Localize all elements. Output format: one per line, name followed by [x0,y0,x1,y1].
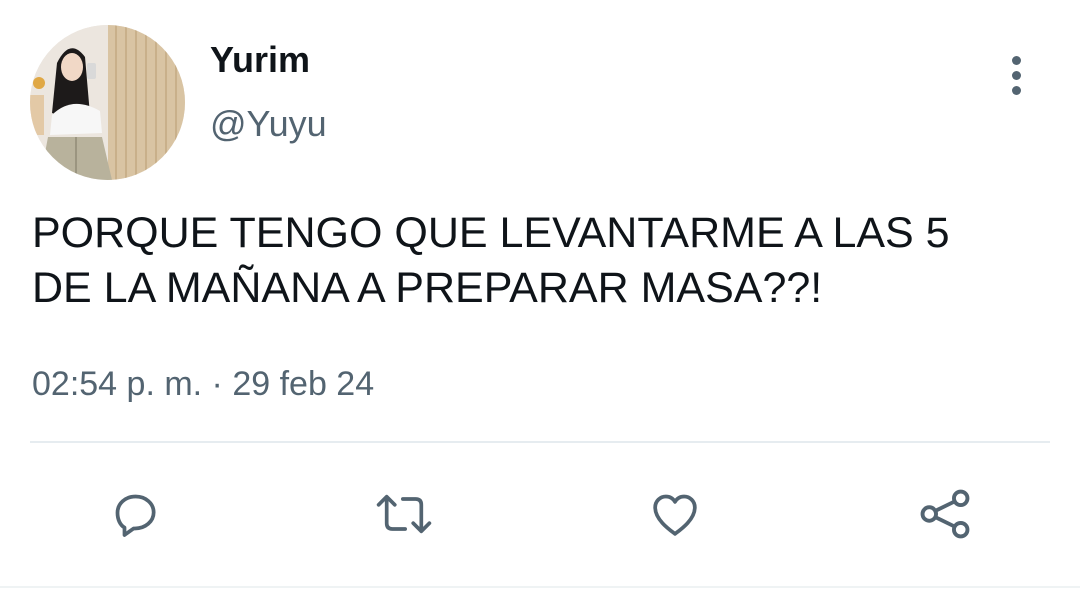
display-name[interactable]: Yurim [210,38,310,82]
avatar[interactable] [30,25,185,180]
tweet-text: PORQUE TENGO QUE LEVANTARME A LAS 5 DE L… [32,206,1042,316]
meta-separator: · [202,365,233,403]
share-icon [920,489,970,539]
like-button[interactable] [645,484,705,544]
tweet-text-line: PORQUE TENGO QUE LEVANTARME A LAS 5 [32,209,950,257]
share-button[interactable] [915,484,975,544]
retweet-button[interactable] [374,484,434,544]
profile-photo-icon [30,25,185,180]
tweet-card: Yurim @Yuyu PORQUE TENGO QUE LEVANTARME … [0,0,1080,606]
bottom-divider [0,586,1080,588]
user-handle[interactable]: @Yuyu [210,102,327,146]
heart-icon [653,494,697,536]
tweet-time: 02:54 p. m. [32,365,203,403]
tweet-timestamp[interactable]: 02:54 p. m. · 29 feb 24 [32,362,374,406]
more-options-icon-dot [1011,70,1021,80]
reply-button[interactable] [105,484,165,544]
tweet-date: 29 feb 24 [232,365,375,403]
tweet-text-line: DE LA MAÑANA A PREPARAR MASA??! [32,264,823,312]
more-options-icon-dot [1011,85,1021,95]
more-options-icon [1011,55,1021,65]
divider [30,441,1050,443]
retweet-icon [376,494,432,534]
more-options-button[interactable] [996,52,1036,98]
comment-icon [115,494,156,537]
